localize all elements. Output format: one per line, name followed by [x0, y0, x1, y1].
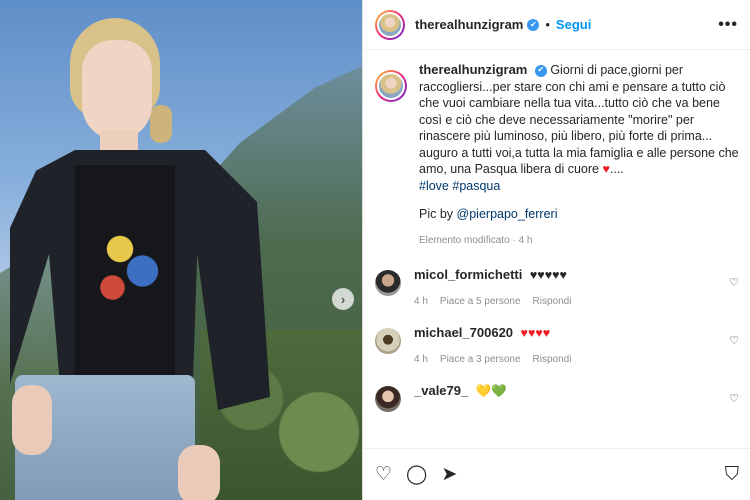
- caption: therealhunzigram ✔ Giorni di pace,giorni…: [375, 62, 739, 249]
- post-photo[interactable]: ›: [0, 0, 362, 500]
- verified-badge-icon: ✔: [534, 64, 547, 77]
- comment-text: 💛💚: [475, 384, 507, 398]
- woman-figure: [0, 0, 362, 500]
- comment-time: 4 h: [414, 296, 428, 307]
- face: [82, 40, 152, 140]
- save-icon[interactable]: ⛉: [725, 465, 739, 484]
- comment-item: micol_formichetti ♥♥♥♥♥ 4 h Piace a 5 pe…: [375, 267, 739, 307]
- post-actions-bar: ♡ ◯ ➤ ⛉: [363, 448, 750, 500]
- comment-like-icon[interactable]: ♡: [729, 276, 739, 289]
- comment-text: ♥♥♥♥♥: [529, 268, 567, 282]
- commenter-username[interactable]: michael_700620: [414, 325, 513, 340]
- commenter-avatar[interactable]: [375, 270, 401, 296]
- commenter-username[interactable]: micol_formichetti: [414, 267, 522, 282]
- share-icon[interactable]: ➤: [441, 465, 457, 484]
- comment-likes[interactable]: Piace a 3 persone: [440, 354, 521, 365]
- photographer-mention[interactable]: @pierpapo_ferreri: [457, 207, 558, 221]
- chevron-right-icon: ›: [340, 291, 346, 307]
- comment-likes[interactable]: Piace a 5 persone: [440, 296, 521, 307]
- comment-item: _vale79_ 💛💚 ♡: [375, 383, 739, 412]
- hashtag-love[interactable]: #love: [419, 179, 449, 193]
- photo-credit-prefix: Pic by: [419, 207, 454, 221]
- separator-dot: •: [545, 17, 550, 32]
- left-hand: [12, 385, 52, 455]
- caption-ellipsis: ....: [609, 162, 624, 176]
- commenter-username[interactable]: _vale79_: [414, 383, 468, 398]
- comment-text: ♥♥♥♥: [520, 326, 551, 340]
- author-username[interactable]: therealhunzigram: [415, 17, 523, 32]
- photo-credit: Pic by @pierpapo_ferreri: [419, 206, 739, 223]
- hashtag-pasqua[interactable]: #pasqua: [452, 179, 500, 193]
- caption-author-username[interactable]: therealhunzigram: [419, 62, 527, 77]
- comment-icon[interactable]: ◯: [406, 465, 427, 484]
- reply-button[interactable]: Rispondi: [533, 296, 572, 307]
- caption-author-avatar[interactable]: [375, 70, 407, 102]
- more-icon[interactable]: •••: [718, 16, 738, 34]
- next-photo-button[interactable]: ›: [332, 288, 354, 310]
- ponytail: [150, 105, 172, 143]
- comment-like-icon[interactable]: ♡: [729, 334, 739, 347]
- follow-button[interactable]: Segui: [556, 17, 591, 32]
- comment-time: 4 h: [414, 354, 428, 365]
- verified-badge-icon: ✔: [527, 18, 540, 31]
- like-icon[interactable]: ♡: [375, 465, 392, 484]
- post-details-panel: therealhunzigram ✔ • Segui ••• therealhu…: [362, 0, 750, 500]
- heart-emoji-icon: ♥: [602, 162, 610, 176]
- right-hand: [178, 445, 220, 500]
- commenter-avatar[interactable]: [375, 328, 401, 354]
- caption-text: Giorni di pace,giorni per raccogliersi..…: [419, 63, 739, 176]
- commenter-avatar[interactable]: [375, 386, 401, 412]
- edited-timestamp: Elemento modificato · 4 h: [419, 234, 533, 246]
- comments-area[interactable]: therealhunzigram ✔ Giorni di pace,giorni…: [363, 62, 750, 447]
- caption-body: therealhunzigram ✔ Giorni di pace,giorni…: [419, 62, 739, 249]
- comment-like-icon[interactable]: ♡: [729, 392, 739, 405]
- reply-button[interactable]: Rispondi: [533, 354, 572, 365]
- tshirt-print: [90, 205, 165, 315]
- comment-item: michael_700620 ♥♥♥♥ 4 h Piace a 3 person…: [375, 325, 739, 365]
- author-avatar[interactable]: [375, 9, 405, 40]
- hashtags: #love #pasqua: [419, 178, 739, 195]
- post-header: therealhunzigram ✔ • Segui •••: [363, 0, 750, 50]
